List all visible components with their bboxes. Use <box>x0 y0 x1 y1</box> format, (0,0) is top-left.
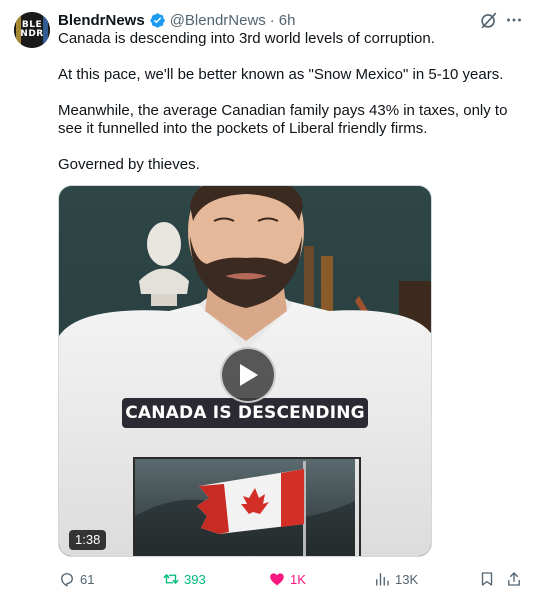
like-button[interactable]: 1K <box>268 569 306 589</box>
video-duration: 1:38 <box>69 530 107 550</box>
separator-dot: · <box>269 11 275 29</box>
share-icon <box>508 572 520 586</box>
display-name[interactable]: BlendrNews <box>58 12 145 29</box>
reply-count: 61 <box>80 571 95 587</box>
retweet-icon <box>163 574 179 584</box>
video-player[interactable]: CANADA IS DESCENDING 1:38 <box>58 185 432 557</box>
action-bar: 61 393 1K 13K <box>0 569 534 589</box>
flag-frame <box>133 457 361 556</box>
tweet-paragraph: Canada is descending into 3rd world leve… <box>58 30 435 47</box>
bookmark-icon <box>481 572 493 586</box>
tweet-paragraph: Meanwhile, the average Canadian family p… <box>58 102 508 137</box>
timestamp[interactable]: 6h <box>279 12 296 29</box>
handle[interactable]: @BlendrNews <box>170 12 266 29</box>
share-button[interactable] <box>505 569 527 589</box>
verified-badge-icon[interactable] <box>149 12 166 29</box>
views-button[interactable]: 13K <box>373 569 418 589</box>
tweet-header: BlendrNews @BlendrNews · 6h <box>58 10 295 30</box>
retweet-button[interactable]: 393 <box>162 569 206 589</box>
avatar[interactable]: BLE NDR <box>14 12 50 48</box>
play-button[interactable] <box>220 347 276 403</box>
tweet-paragraph: Governed by thieves. <box>58 156 200 173</box>
tweet-text: Canada is descending into 3rd world leve… <box>58 30 520 174</box>
tweet[interactable]: BLE NDR BlendrNews @BlendrNews · 6h Cana… <box>0 0 534 600</box>
analytics-icon <box>376 573 389 586</box>
grok-icon[interactable] <box>478 9 500 31</box>
bookmark-button[interactable] <box>478 569 500 589</box>
like-count: 1K <box>290 571 306 587</box>
more-options-icon[interactable] <box>503 9 525 31</box>
reply-icon <box>61 573 73 587</box>
retweet-count: 393 <box>184 571 206 587</box>
reply-button[interactable]: 61 <box>58 569 94 589</box>
avatar-text-line2: NDR <box>20 29 44 39</box>
play-icon <box>240 364 258 386</box>
tweet-paragraph: At this pace, we'll be better known as "… <box>58 66 504 83</box>
views-count: 13K <box>395 571 419 587</box>
heart-icon <box>270 573 284 586</box>
